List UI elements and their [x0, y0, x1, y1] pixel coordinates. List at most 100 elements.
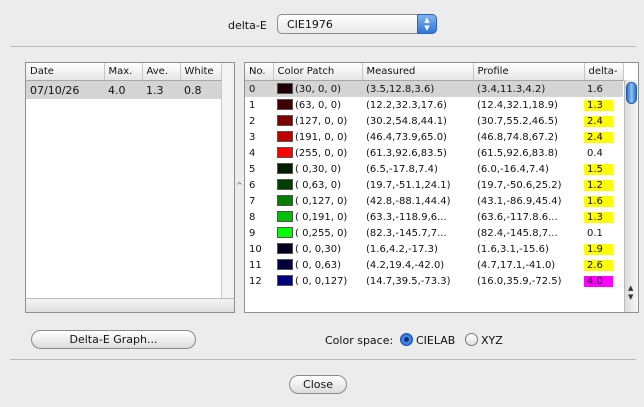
- table-row[interactable]: 3 (191, 0, 0) (46.4,73.9,65.0) (46.8,74.8,6…: [245, 129, 623, 145]
- cell-no: 11: [249, 259, 262, 271]
- patch-table-vertical-scrollbar[interactable]: ▲ ▼: [624, 80, 638, 312]
- cell-profile: (16.0,35.9,-72.5): [477, 275, 562, 287]
- color-swatch: [277, 259, 293, 270]
- color-patch-value: (63, 0, 0): [295, 100, 341, 111]
- delta-e-select-value: CIE1976: [287, 18, 333, 31]
- cell-profile: (61.5,92.6,83.8): [477, 147, 558, 159]
- measurement-table: Date Max. Ave. White 07/10/26 4.0 1.3 0.…: [26, 63, 223, 99]
- left-vertical-scrollbar[interactable]: [221, 63, 234, 312]
- cell-delta-e: 1.3: [584, 209, 623, 225]
- cell-measured: (63.3,-118.9,6...: [366, 211, 447, 223]
- cell-measured: (4.2,19.4,-42.0): [366, 259, 445, 271]
- cell-max: 4.0: [104, 80, 142, 99]
- patch-table: No. Color Patch Measured Profile delta- …: [245, 63, 624, 289]
- left-horizontal-scrollbar[interactable]: [26, 298, 234, 312]
- cell-white: 0.8: [180, 80, 222, 99]
- scroll-up-arrow-icon[interactable]: ▲: [628, 284, 633, 292]
- delta-e-value: 1.9: [584, 243, 613, 255]
- delta-e-select[interactable]: CIE1976 ▲ ▼: [277, 14, 437, 34]
- delta-e-value: 2.6: [584, 259, 613, 271]
- cell-profile: (3.4,11.3,4.2): [473, 80, 584, 97]
- column-header-ave[interactable]: Ave.: [142, 63, 181, 81]
- cell-no: 1: [249, 99, 256, 111]
- color-swatch: [277, 147, 293, 158]
- cell-no: 0: [245, 80, 273, 97]
- cell-measured: (82.3,-145.7,7...: [366, 227, 447, 239]
- scroll-down-arrow-icon[interactable]: ▼: [628, 293, 633, 301]
- table-row[interactable]: 7 ( 0,127, 0) (42.8,-88.1,44.4) (43.1,-86.9…: [245, 193, 623, 209]
- cielab-radio-label[interactable]: CIELAB: [416, 334, 455, 347]
- color-swatch: [277, 195, 293, 206]
- table-row[interactable]: 11 ( 0, 0,63) (4.2,19.4,-42.0) (4.7,17.1,-4…: [245, 257, 623, 273]
- cell-color-patch: (191, 0, 0): [273, 129, 362, 145]
- cell-delta-e: 1.6: [584, 80, 623, 97]
- table-row[interactable]: 5 ( 0,30, 0) (6.5,-17.8,7.4) (6.0,-16.4,7.4…: [245, 161, 623, 177]
- cell-delta-e: 0.4: [584, 145, 623, 161]
- color-patch-value: ( 0,255, 0): [295, 228, 348, 239]
- table-row[interactable]: 6 ( 0,63, 0) (19.7,-51.1,24.1) (19.7,-50.6,…: [245, 177, 623, 193]
- table-row[interactable]: 10 ( 0, 0,30) (1.6,4.2,-17.3) (1.6,3.1,-15.…: [245, 241, 623, 257]
- patch-table-header: No. Color Patch Measured Profile delta-: [245, 63, 624, 81]
- delta-e-value: 1.3: [584, 99, 613, 111]
- cell-profile: (43.1,-86.9,45.4): [477, 195, 562, 207]
- cell-date: 07/10/26: [26, 80, 104, 99]
- scrollbar-thumb[interactable]: [626, 82, 637, 104]
- column-header-max[interactable]: Max.: [104, 63, 143, 81]
- delta-e-graph-button[interactable]: Delta-E Graph...: [31, 330, 196, 349]
- patch-detail-panel: No. Color Patch Measured Profile delta- …: [244, 62, 639, 313]
- cell-profile: (6.0,-16.4,7.4): [477, 163, 549, 175]
- table-row[interactable]: 2 (127, 0, 0) (30.2,54.8,44.1) (30.7,55.2,4…: [245, 113, 623, 129]
- cell-profile: (82.4,-145.8,7...: [477, 227, 558, 239]
- table-row[interactable]: 12 ( 0, 0,127) (14.7,39.5,-73.3) (16.0,35.9…: [245, 273, 623, 289]
- cell-measured: (12.2,32.3,17.6): [366, 99, 447, 111]
- cell-measured: (1.6,4.2,-17.3): [366, 243, 438, 255]
- cell-profile: (19.7,-50.6,25.2): [477, 179, 562, 191]
- table-row[interactable]: 0 (30, 0, 0) (3.5,12.8,3.6) (3.4,11.3,4.2) 1…: [245, 80, 623, 97]
- table-row[interactable]: 07/10/26 4.0 1.3 0.8: [26, 80, 222, 99]
- delta-e-value: 1.6: [584, 195, 613, 207]
- cell-profile: (4.7,17.1,-41.0): [477, 259, 556, 271]
- color-patch-value: (127, 0, 0): [295, 116, 348, 127]
- cell-profile: (12.4,32.1,18.9): [477, 99, 558, 111]
- cell-no: 9: [249, 227, 256, 239]
- cell-profile: (46.8,74.8,67.2): [477, 131, 558, 143]
- cielab-radio[interactable]: [400, 333, 413, 346]
- color-space-label: Color space:: [325, 334, 394, 347]
- cell-measured: (30.2,54.8,44.1): [366, 115, 447, 127]
- cell-no: 6: [249, 179, 256, 191]
- cell-color-patch: ( 0,255, 0): [273, 225, 362, 241]
- column-header-white[interactable]: White: [180, 63, 223, 81]
- table-row[interactable]: 1 (63, 0, 0) (12.2,32.3,17.6) (12.4,32.1,18…: [245, 97, 623, 113]
- table-row[interactable]: 8 ( 0,191, 0) (63.3,-118.9,6... (63.6,-117.…: [245, 209, 623, 225]
- delta-e-value: 2.4: [584, 131, 613, 143]
- color-patch-value: (255, 0, 0): [295, 148, 348, 159]
- cell-color-patch: ( 0, 0,127): [273, 273, 362, 289]
- color-swatch: [277, 211, 293, 222]
- column-header-measured[interactable]: Measured: [362, 63, 474, 81]
- column-header-date[interactable]: Date: [26, 63, 105, 81]
- table-row[interactable]: 9 ( 0,255, 0) (82.3,-145.7,7... (82.4,-145.…: [245, 225, 623, 241]
- column-header-color-patch[interactable]: Color Patch: [273, 63, 363, 81]
- color-swatch: [277, 83, 293, 94]
- cell-profile: (63.6,-117.8.6...: [477, 211, 558, 223]
- cell-color-patch: (63, 0, 0): [273, 97, 362, 113]
- delta-e-value: 1.6: [587, 83, 603, 95]
- column-header-delta[interactable]: delta-: [584, 63, 624, 81]
- cell-measured: (6.5,-17.8,7.4): [366, 163, 438, 175]
- close-button[interactable]: Close: [289, 375, 347, 394]
- delta-e-value: 4.0: [584, 275, 613, 287]
- table-row[interactable]: 4 (255, 0, 0) (61.3,92.6,83.5) (61.5,92.6,8…: [245, 145, 623, 161]
- color-patch-value: ( 0,30, 0): [295, 164, 341, 175]
- cell-color-patch: (255, 0, 0): [273, 145, 362, 161]
- xyz-radio[interactable]: [465, 333, 478, 346]
- xyz-radio-label[interactable]: XYZ: [481, 334, 503, 347]
- color-swatch: [277, 275, 293, 286]
- column-header-no[interactable]: No.: [245, 63, 274, 81]
- column-header-profile[interactable]: Profile: [473, 63, 585, 81]
- color-patch-value: ( 0,63, 0): [295, 180, 341, 191]
- cell-profile: (30.7,55.2,46.5): [477, 115, 558, 127]
- cell-color-patch: (127, 0, 0): [273, 113, 362, 129]
- cell-profile: (1.6,3.1,-15.6): [477, 243, 549, 255]
- split-handle-icon[interactable]: ^: [236, 181, 243, 190]
- cell-color-patch: ( 0, 0,30): [273, 241, 362, 257]
